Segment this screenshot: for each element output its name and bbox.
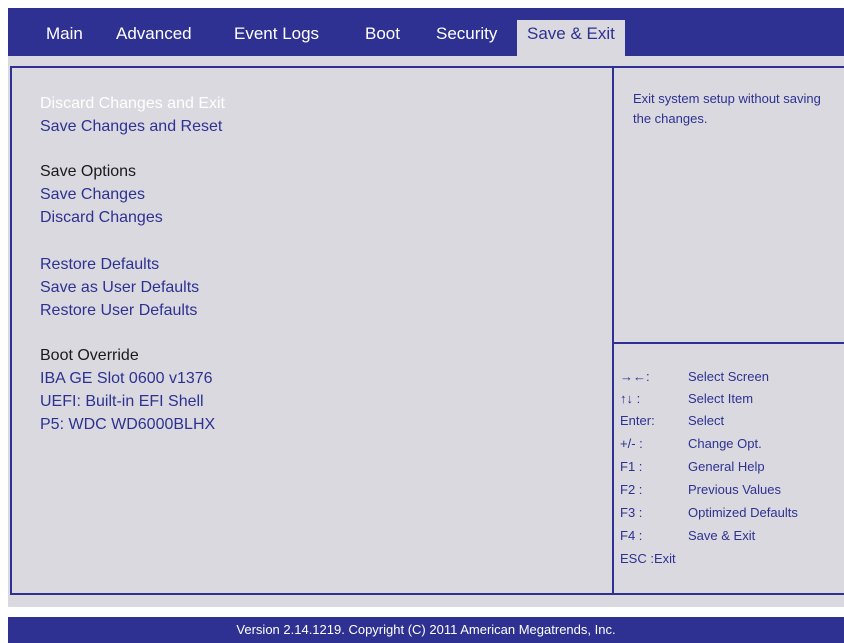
menu-save-as-user-defaults[interactable]: Save as User Defaults	[40, 278, 199, 298]
key-description: Save & Exit	[688, 528, 756, 543]
key-label: F4 :	[620, 528, 643, 543]
frame-bottom	[10, 593, 844, 595]
tabs: Main Advanced Event Logs Boot Security S…	[8, 8, 844, 56]
tab-security[interactable]: Security	[436, 20, 497, 56]
menu-save-changes-and-reset[interactable]: Save Changes and Reset	[40, 117, 222, 137]
key-label: →←:	[620, 369, 650, 384]
key-description: Select Item	[688, 391, 754, 406]
help-divider	[614, 342, 844, 344]
key-description: Optimized Defaults	[688, 505, 798, 520]
key-description: General Help	[688, 459, 765, 474]
menu-boot-iba-ge[interactable]: IBA GE Slot 0600 v1376	[40, 369, 213, 389]
key-description: Change Opt.	[688, 436, 762, 451]
key-label: Enter:	[620, 413, 655, 428]
section-save-options: Save Options	[40, 163, 137, 180]
key-description: Previous Values	[688, 482, 781, 497]
tab-boot[interactable]: Boot	[365, 20, 400, 56]
tab-save-exit[interactable]: Save & Exit	[517, 20, 625, 56]
key-label: ↑↓ :	[620, 391, 641, 406]
menu-boot-uefi-shell[interactable]: UEFI: Built-in EFI Shell	[40, 392, 204, 412]
key-label: F2 :	[620, 482, 643, 497]
menu-save-changes[interactable]: Save Changes	[40, 185, 145, 205]
options-panel	[10, 66, 612, 595]
key-description: Select Screen	[688, 369, 769, 384]
menu-restore-user-defaults[interactable]: Restore User Defaults	[40, 301, 197, 321]
menu-restore-defaults[interactable]: Restore Defaults	[40, 255, 159, 275]
key-label: F1 :	[620, 459, 643, 474]
tab-advanced[interactable]: Advanced	[116, 20, 192, 56]
version-footer: Version 2.14.1219. Copyright (C) 2011 Am…	[8, 617, 844, 643]
key-label: +/- :	[620, 436, 643, 451]
help-description: Exit system setup without saving the cha…	[633, 91, 821, 126]
key-description: Select	[688, 413, 725, 428]
panel-divider	[612, 66, 614, 595]
menu-boot-p5-wdc[interactable]: P5: WDC WD6000BLHX	[40, 415, 215, 435]
tab-event-logs[interactable]: Event Logs	[234, 20, 319, 56]
key-label: F3 :	[620, 505, 643, 520]
key-label: ESC :Exit	[620, 551, 676, 566]
setup-body: Discard Changes and Exit Save Changes an…	[8, 56, 844, 607]
section-boot-override: Boot Override	[40, 347, 139, 364]
menu-discard-changes[interactable]: Discard Changes	[40, 208, 163, 228]
tab-main[interactable]: Main	[46, 20, 83, 56]
menu-discard-changes-and-exit[interactable]: Discard Changes and Exit	[40, 94, 225, 114]
tab-bar: Main Advanced Event Logs Boot Security S…	[8, 8, 844, 56]
